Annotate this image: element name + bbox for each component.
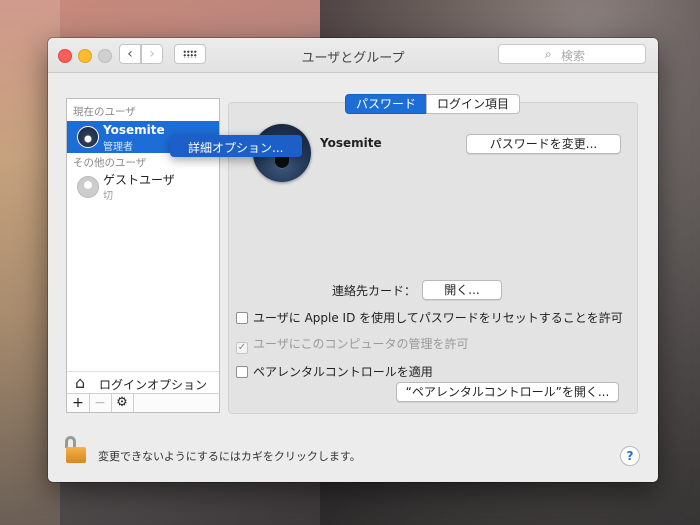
search-icon: ⌕ bbox=[545, 47, 552, 61]
current-users-label: 現在のユーザ bbox=[73, 106, 136, 118]
parental-controls-checkbox-row[interactable]: ペアレンタルコントロールを適用 bbox=[236, 363, 433, 380]
house-icon: ⌂ bbox=[75, 373, 86, 392]
tab-login-items[interactable]: ログイン項目 bbox=[426, 94, 520, 114]
user-name: Yosemite bbox=[103, 123, 165, 137]
admin-checkbox-row: ✓ ユーザにこのコンピュータの管理を許可 bbox=[236, 335, 469, 354]
tab-password[interactable]: パスワード bbox=[345, 94, 427, 114]
user-avatar-icon bbox=[77, 126, 99, 148]
checkbox-label: ユーザにこのコンピュータの管理を許可 bbox=[253, 337, 469, 351]
login-options-label: ログインオプション bbox=[99, 378, 208, 392]
checkbox-label: ペアレンタルコントロールを適用 bbox=[253, 365, 433, 379]
search-placeholder: 検索 bbox=[561, 49, 586, 63]
context-menu: 詳細オプション... bbox=[170, 135, 302, 157]
checkbox[interactable] bbox=[236, 366, 248, 378]
lock-body bbox=[66, 447, 86, 463]
title-bar: ‹ › ユーザとグループ ⌕ 検索 bbox=[48, 38, 658, 73]
user-list-toolbar: + − ⚙ bbox=[66, 393, 220, 413]
user-role: 切 bbox=[103, 191, 113, 202]
add-user-button[interactable]: + bbox=[67, 394, 90, 412]
user-name: ゲストユーザ bbox=[103, 173, 175, 187]
remove-user-button[interactable]: − bbox=[89, 394, 112, 412]
other-users-label: その他のユーザ bbox=[73, 157, 147, 169]
apple-id-reset-checkbox-row[interactable]: ユーザに Apple ID を使用してパスワードをリセットすることを許可 bbox=[236, 309, 623, 326]
panel-user-name: Yosemite bbox=[320, 136, 382, 150]
change-password-button[interactable]: パスワードを変更... bbox=[466, 134, 621, 154]
help-button[interactable]: ? bbox=[620, 446, 640, 466]
user-item-guest[interactable]: ゲストユーザ 切 bbox=[67, 171, 219, 202]
lock-instruction-text: 変更できないようにするにはカギをクリックします。 bbox=[98, 450, 361, 463]
open-parental-controls-button[interactable]: “ペアレンタルコントロール”を開く... bbox=[396, 382, 619, 402]
checkbox[interactable] bbox=[236, 312, 248, 324]
search-field[interactable]: ⌕ 検索 bbox=[498, 44, 646, 64]
open-contact-button[interactable]: 開く... bbox=[422, 280, 502, 300]
user-role: 管理者 bbox=[103, 142, 133, 153]
lock-icon[interactable] bbox=[65, 436, 88, 464]
contact-card-label: 連絡先カード： bbox=[332, 284, 417, 298]
preferences-window: ‹ › ユーザとグループ ⌕ 検索 現在のユーザ Yosemite 管理者 その… bbox=[48, 38, 658, 482]
login-options-item[interactable]: ⌂ ログインオプション bbox=[67, 371, 219, 394]
gear-icon[interactable]: ⚙ bbox=[111, 394, 134, 412]
context-menu-advanced-options[interactable]: 詳細オプション... bbox=[188, 139, 283, 156]
guest-avatar-icon bbox=[77, 176, 99, 198]
checkbox-label: ユーザに Apple ID を使用してパスワードをリセットすることを許可 bbox=[253, 311, 623, 325]
checkbox-checked: ✓ bbox=[236, 342, 248, 354]
